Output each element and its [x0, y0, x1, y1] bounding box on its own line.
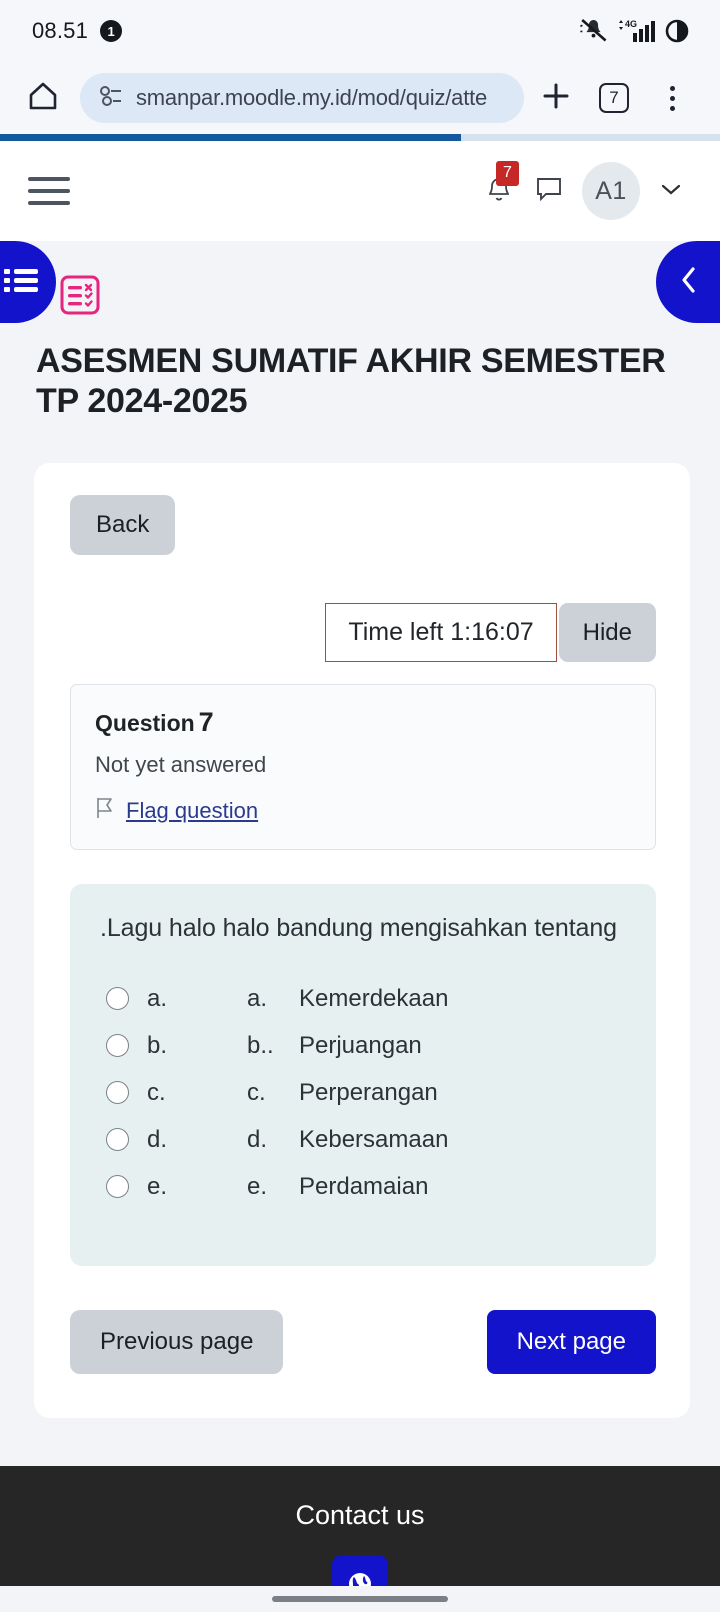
answer-option-text: Perperangan [299, 1078, 438, 1106]
browser-toolbar: smanpar.moodle.my.id/mod/quiz/atte 7 [0, 62, 720, 134]
answer-radio[interactable] [106, 1175, 129, 1199]
answer-option-key: b. [147, 1031, 168, 1059]
answer-radio[interactable] [106, 987, 129, 1011]
notifications-badge: 7 [496, 161, 519, 186]
message-bubble-icon [534, 177, 564, 208]
quiz-checklist-icon [58, 275, 102, 321]
chevron-down-icon[interactable] [658, 177, 684, 205]
chevron-left-icon [676, 263, 702, 302]
site-navbar: 7 A1 [0, 141, 720, 241]
home-button[interactable] [18, 73, 68, 123]
answer-option-text: Kebersamaan [299, 1125, 449, 1153]
quiz-navigation-row: Previous page Next page [70, 1310, 656, 1375]
answer-option-sublabel: a. [247, 984, 268, 1012]
svg-text:4G: 4G [625, 19, 637, 29]
address-bar-url: smanpar.moodle.my.id/mod/quiz/atte [136, 85, 488, 110]
home-icon [25, 78, 61, 119]
course-index-drawer-button[interactable] [0, 241, 56, 323]
answer-option[interactable]: b. b.. Perjuangan [106, 1022, 630, 1069]
new-tab-button[interactable] [530, 72, 582, 124]
question-answer-block: .Lagu halo halo bandung mengisahkan tent… [70, 884, 656, 1267]
phone-screen: 08.51 1 4G smanpar.moodle.my.id/mod/quiz… [0, 0, 720, 1612]
browser-menu-button[interactable] [646, 72, 698, 124]
kebab-menu-icon [669, 85, 675, 111]
flag-outline-icon [95, 796, 115, 825]
answer-option-key: e. [147, 1172, 168, 1200]
page-load-progress-fill [0, 134, 461, 141]
back-button[interactable]: Back [70, 495, 176, 556]
hide-timer-button[interactable]: Hide [558, 603, 656, 663]
answer-option-key: a. [147, 984, 168, 1012]
question-label: Question [95, 710, 195, 737]
question-text: .Lagu halo halo bandung mengisahkan tent… [100, 914, 617, 943]
status-clock: 08.51 [32, 18, 89, 43]
address-bar[interactable]: smanpar.moodle.my.id/mod/quiz/atte [80, 73, 524, 123]
question-heading: Question 7 [95, 707, 631, 738]
question-info-box: Question 7 Not yet answered Flag question [70, 684, 656, 851]
block-drawer-button[interactable] [656, 241, 720, 323]
tab-count-icon: 7 [599, 83, 629, 113]
answer-option[interactable]: d. d. Kebersamaan [106, 1116, 630, 1163]
answer-option-key: d. [147, 1125, 168, 1153]
page-title: ASESMEN SUMATIF AKHIR SEMESTER TP 2024-2… [36, 342, 666, 421]
avatar[interactable]: A1 [582, 162, 640, 220]
answer-radio[interactable] [106, 1034, 129, 1058]
answer-option-text: Perjuangan [299, 1031, 422, 1059]
drawer-toggles [0, 241, 720, 327]
android-gesture-bar [0, 1586, 720, 1612]
gesture-pill[interactable] [272, 1596, 448, 1602]
tab-switcher-button[interactable]: 7 [588, 72, 640, 124]
course-index-list-icon [4, 266, 38, 299]
answer-option-sublabel: d. [247, 1125, 268, 1153]
hamburger-icon[interactable] [28, 177, 70, 205]
android-status-bar: 08.51 1 4G [0, 0, 720, 62]
answer-option-text: Perdamaian [299, 1172, 429, 1200]
page-info-icon[interactable] [98, 85, 124, 112]
timer-row: Time left 1:16:07 Hide [70, 603, 656, 663]
navbar-actions: 7 A1 [482, 161, 684, 220]
activity-icon-chip [58, 273, 102, 317]
quiz-timer: Time left 1:16:07 [325, 603, 557, 663]
next-page-button[interactable]: Next page [486, 1310, 656, 1375]
status-notification-badge: 1 [100, 20, 123, 42]
bell-muted-icon [580, 18, 610, 44]
answer-option[interactable]: a. a. Kemerdekaan [106, 975, 630, 1022]
answer-option[interactable]: e. e. Perdamaian [106, 1163, 630, 1210]
previous-page-button[interactable]: Previous page [70, 1310, 284, 1375]
quiz-card: Back Time left 1:16:07 Hide Question 7 No… [34, 463, 690, 1419]
answer-option-sublabel: b.. [247, 1031, 274, 1059]
page-load-progress [0, 134, 720, 141]
flag-question-link[interactable]: Flag question [126, 798, 258, 824]
plus-icon [539, 79, 573, 118]
question-state: Not yet answered [95, 752, 267, 778]
status-bar-left: 08.51 1 [32, 18, 123, 44]
notifications-button[interactable]: 7 [482, 161, 519, 211]
answer-option[interactable]: c. c. Perperangan [106, 1069, 630, 1116]
flag-question-row[interactable]: Flag question [95, 796, 631, 825]
question-number: 7 [198, 707, 214, 738]
contact-us-heading: Contact us [295, 1500, 425, 1531]
status-bar-right: 4G [580, 18, 690, 44]
answer-option-text: Kemerdekaan [299, 984, 449, 1012]
answer-radio[interactable] [106, 1081, 129, 1105]
messages-button[interactable] [534, 174, 564, 209]
answer-option-sublabel: e. [247, 1172, 268, 1200]
answer-option-sublabel: c. [247, 1078, 266, 1106]
answer-option-key: c. [147, 1078, 166, 1106]
answer-options-list: a. a. Kemerdekaan b. b.. Perjuangan c. c. Perper… [96, 975, 630, 1210]
signal-4g-icon: 4G [617, 18, 657, 44]
answer-radio[interactable] [106, 1128, 129, 1152]
battery-icon [664, 18, 690, 44]
